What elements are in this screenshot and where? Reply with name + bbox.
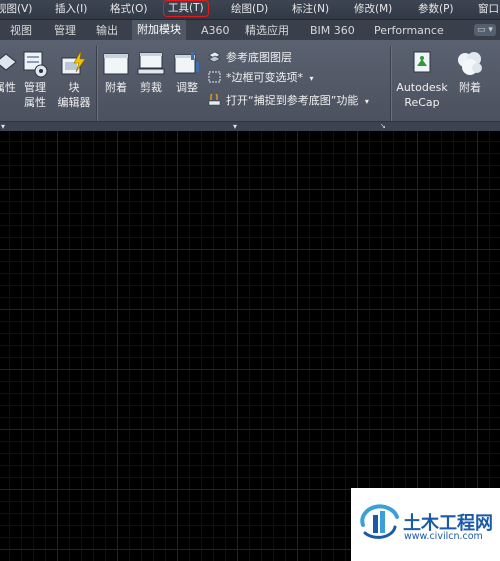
- watermark-url: www.civilcn.com: [404, 531, 483, 542]
- recap-label-2: ReCap: [404, 96, 440, 109]
- frames-vary-dropdown[interactable]: *边框可变选项* ▾: [208, 69, 314, 87]
- ribbon-tab-bar: 视图 管理 输出 附加模块 A360 精选应用 BIM 360 Performa…: [0, 20, 500, 40]
- tab-performance[interactable]: Performance: [374, 23, 444, 39]
- menu-dimension[interactable]: 标注(N): [292, 2, 329, 17]
- snap-to-underlay-dropdown[interactable]: 打开“捕捉到参考底图”功能 ▾: [208, 92, 369, 110]
- attach-point-cloud-button[interactable]: 附着: [453, 50, 487, 95]
- menu-modify[interactable]: 修改(M): [354, 2, 392, 17]
- menu-tools[interactable]: 工具(T): [163, 0, 209, 17]
- tab-bim360[interactable]: BIM 360: [310, 23, 355, 39]
- frames-vary-label: *边框可变选项*: [226, 71, 303, 84]
- underlay-layers-label: 参考底图图层: [226, 51, 292, 64]
- underlay-layers-icon: [208, 51, 221, 63]
- adjust-button[interactable]: 调整: [170, 50, 204, 95]
- tab-manage[interactable]: 管理: [54, 23, 76, 39]
- attach-point-cloud-label: 附着: [459, 81, 481, 94]
- tab-addins[interactable]: 附加模块: [132, 20, 186, 40]
- attach-icon: [103, 53, 129, 75]
- manage-attributes-icon: [23, 51, 48, 78]
- chevron-down-icon[interactable]: ▾: [233, 122, 237, 131]
- menu-format[interactable]: 格式(O): [110, 2, 147, 17]
- attribute-label: 属性: [0, 81, 16, 94]
- clip-label: 剪裁: [140, 81, 162, 94]
- watermark-logo-icon: [360, 504, 399, 539]
- menu-draw[interactable]: 绘图(D): [231, 2, 268, 17]
- adjust-label: 调整: [176, 81, 198, 94]
- chevron-down-icon[interactable]: ▾: [1, 122, 5, 131]
- frame-icon: [208, 71, 221, 83]
- menu-parametric[interactable]: 参数(P): [418, 2, 454, 17]
- attribute-button[interactable]: 属性: [0, 50, 17, 95]
- autodesk-recap-button[interactable]: Autodesk ReCap: [393, 50, 451, 110]
- tab-output[interactable]: 输出: [96, 23, 118, 39]
- panel-dialog-launcher-icon[interactable]: ↘: [380, 122, 386, 130]
- menu-bar: 视图(V) 插入(I) 格式(O) 工具(T) 绘图(D) 标注(N) 修改(M…: [0, 0, 500, 20]
- adjust-icon: [174, 52, 199, 74]
- attach-button[interactable]: 附着: [99, 50, 133, 95]
- menu-insert[interactable]: 插入(I): [55, 2, 87, 17]
- menu-view[interactable]: 视图(V): [0, 2, 32, 17]
- chevron-down-icon: ▾: [364, 97, 369, 106]
- block-editor-icon: [61, 50, 86, 75]
- block-editor-button[interactable]: 块 编辑器: [56, 50, 92, 110]
- menu-window[interactable]: 窗口: [478, 2, 499, 17]
- clip-icon: [137, 52, 165, 75]
- recap-label-1: Autodesk: [396, 81, 448, 94]
- chevron-down-icon: ▾: [309, 74, 314, 83]
- tab-featured-apps[interactable]: 精选应用: [245, 23, 289, 39]
- ribbon-options-button[interactable]: ▭ ▾: [474, 24, 496, 36]
- panel-divider: [390, 46, 391, 128]
- snap-icon: [208, 94, 221, 106]
- snap-to-underlay-label: 打开“捕捉到参考底图”功能: [226, 94, 359, 107]
- clip-button[interactable]: 剪裁: [134, 50, 168, 95]
- manage-attributes-button[interactable]: 管理 属性: [20, 50, 50, 110]
- underlay-layers-button[interactable]: 参考底图图层: [208, 49, 292, 67]
- block-editor-label-2: 编辑器: [57, 96, 91, 109]
- block-editor-label-1: 块: [68, 81, 80, 94]
- manage-attributes-label-1: 管理: [24, 81, 46, 94]
- panel-divider: [96, 46, 97, 128]
- tab-a360[interactable]: A360: [201, 23, 230, 39]
- tab-view[interactable]: 视图: [10, 23, 32, 39]
- point-cloud-icon: [458, 52, 482, 75]
- recap-icon: [413, 51, 431, 73]
- manage-attributes-label-2: 属性: [24, 96, 46, 109]
- attach-label: 附着: [105, 81, 127, 94]
